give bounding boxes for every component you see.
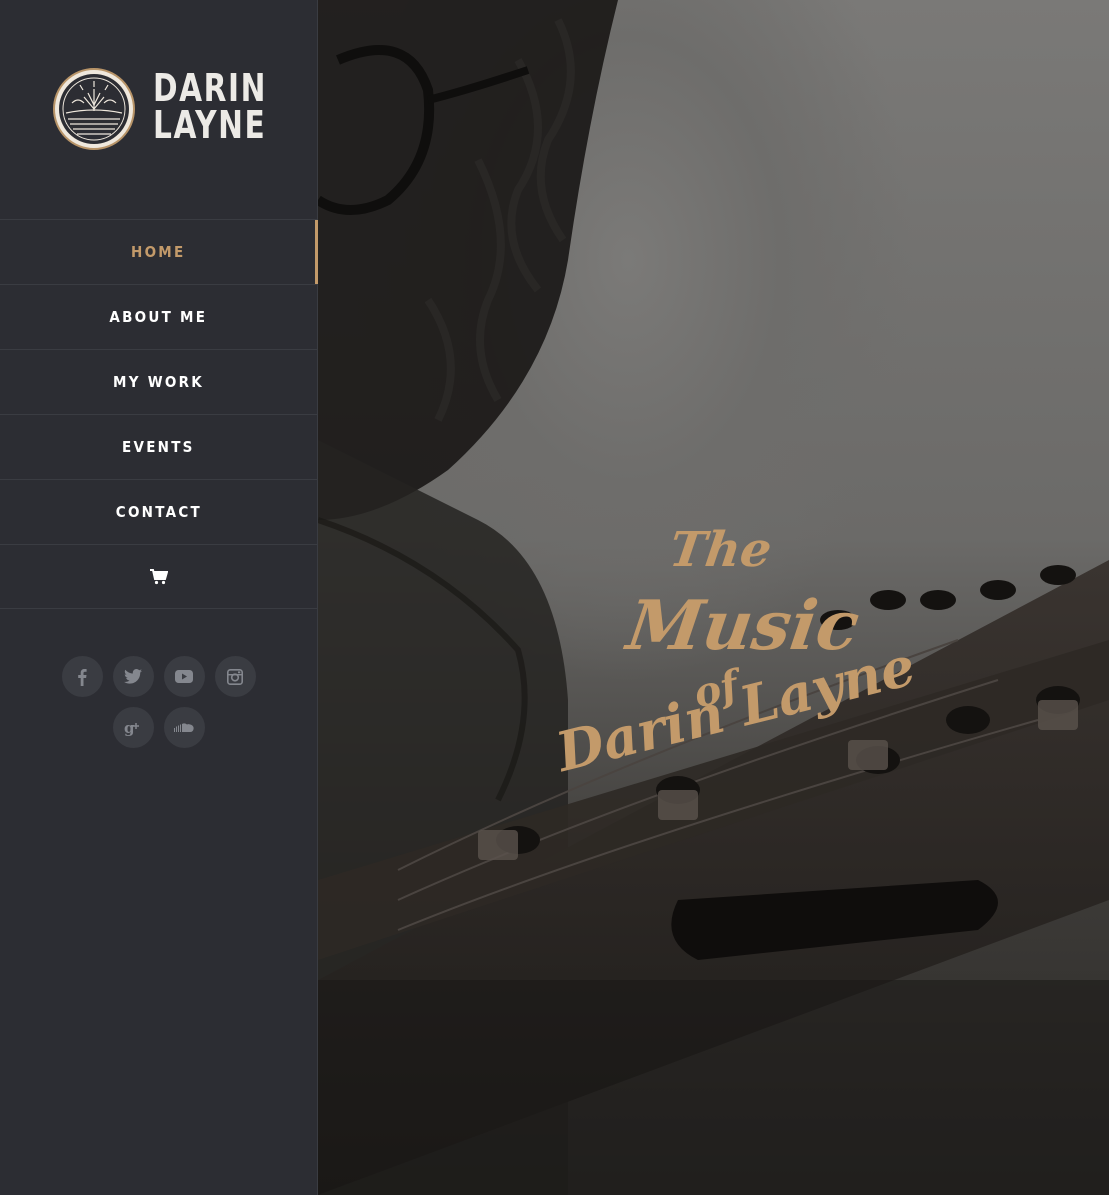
soundcloud-icon[interactable] [163,707,205,748]
hero-banner: The Music of Darin Layne [318,0,1109,1195]
sun-wheat-emblem-icon [53,68,135,150]
nav-item-about-me[interactable]: ABOUT ME [0,284,317,349]
nav-item-label: CONTACT [115,503,202,521]
nav-item-label: ABOUT ME [109,308,208,326]
youtube-icon[interactable] [163,656,205,697]
brand-name: DARIN LAYNE [153,66,268,147]
brand-name-line1: DARIN [153,66,268,110]
nav-item-label: EVENTS [122,438,195,456]
nav-item-events[interactable]: EVENTS [0,414,317,479]
svg-text:g: g [124,720,135,736]
nav-item-label: HOME [131,243,186,261]
main-nav: HOME ABOUT ME MY WORK EVENTS CONTACT [0,219,318,609]
site-logo[interactable]: DARIN LAYNE [52,67,265,151]
nav-item-label: MY WORK [113,373,204,391]
hero-tagline-the: The [666,522,776,578]
shopping-cart-icon [149,568,168,584]
twitter-icon[interactable] [112,656,154,697]
nav-item-home[interactable]: HOME [0,219,318,284]
facebook-icon[interactable] [61,656,103,697]
brand-name-line2: LAYNE [153,103,267,147]
hero-tagline: The Music of Darin Layne [318,0,1109,1195]
nav-item-cart[interactable] [0,544,317,609]
social-links: g [0,656,317,758]
google-plus-icon[interactable]: g [112,707,154,748]
nav-item-my-work[interactable]: MY WORK [0,349,317,414]
sidebar: DARIN LAYNE HOME ABOUT ME MY WORK EVENTS… [0,0,318,1195]
instagram-icon[interactable] [214,656,256,697]
nav-item-contact[interactable]: CONTACT [0,479,317,544]
